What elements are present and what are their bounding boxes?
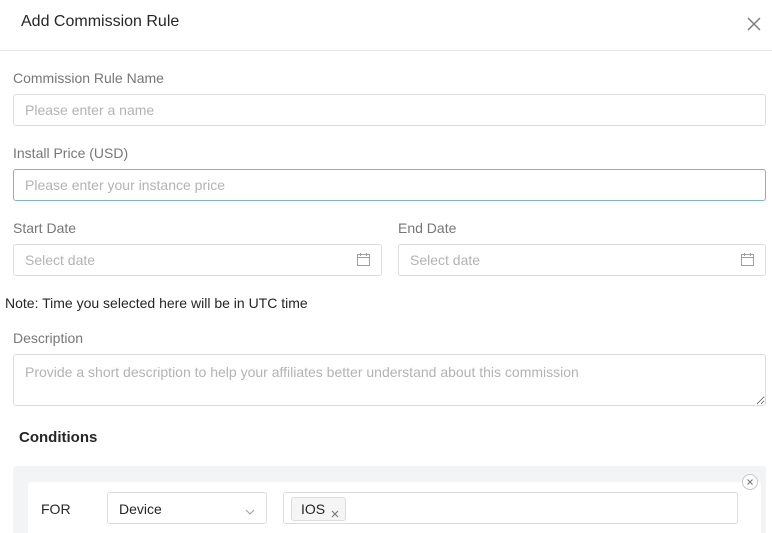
remove-condition-icon[interactable] [742, 474, 758, 490]
conditions-title: Conditions [19, 429, 98, 446]
rule-name-label: Commission Rule Name [13, 70, 164, 86]
end-date-label: End Date [398, 220, 457, 236]
dialog-title: Add Commission Rule [21, 13, 180, 30]
start-date-input[interactable] [13, 244, 382, 276]
rule-name-input[interactable] [13, 94, 766, 126]
install-price-input[interactable] [13, 169, 766, 201]
dialog-header: Add Commission Rule [0, 0, 772, 51]
description-textarea[interactable] [13, 354, 766, 406]
condition-for-label: FOR [41, 501, 71, 517]
calendar-icon[interactable] [741, 253, 754, 266]
end-date-input[interactable] [398, 244, 766, 276]
close-icon[interactable] [331, 505, 339, 518]
tag-label: IOS [301, 501, 326, 517]
utc-note: Note: Time you selected here will be in … [5, 295, 308, 311]
condition-field-select[interactable]: Device [107, 492, 267, 524]
condition-field-value: Device [119, 501, 162, 517]
condition-value-tag: IOS [291, 497, 347, 521]
start-date-picker[interactable] [13, 244, 382, 276]
condition-values-select[interactable]: IOS [283, 492, 738, 524]
start-date-label: Start Date [13, 220, 77, 236]
calendar-icon[interactable] [357, 253, 370, 266]
end-date-picker[interactable] [398, 244, 766, 276]
description-label: Description [13, 330, 84, 346]
chevron-down-icon [245, 504, 255, 515]
install-price-label: Install Price (USD) [13, 145, 129, 161]
close-icon[interactable] [744, 14, 764, 34]
